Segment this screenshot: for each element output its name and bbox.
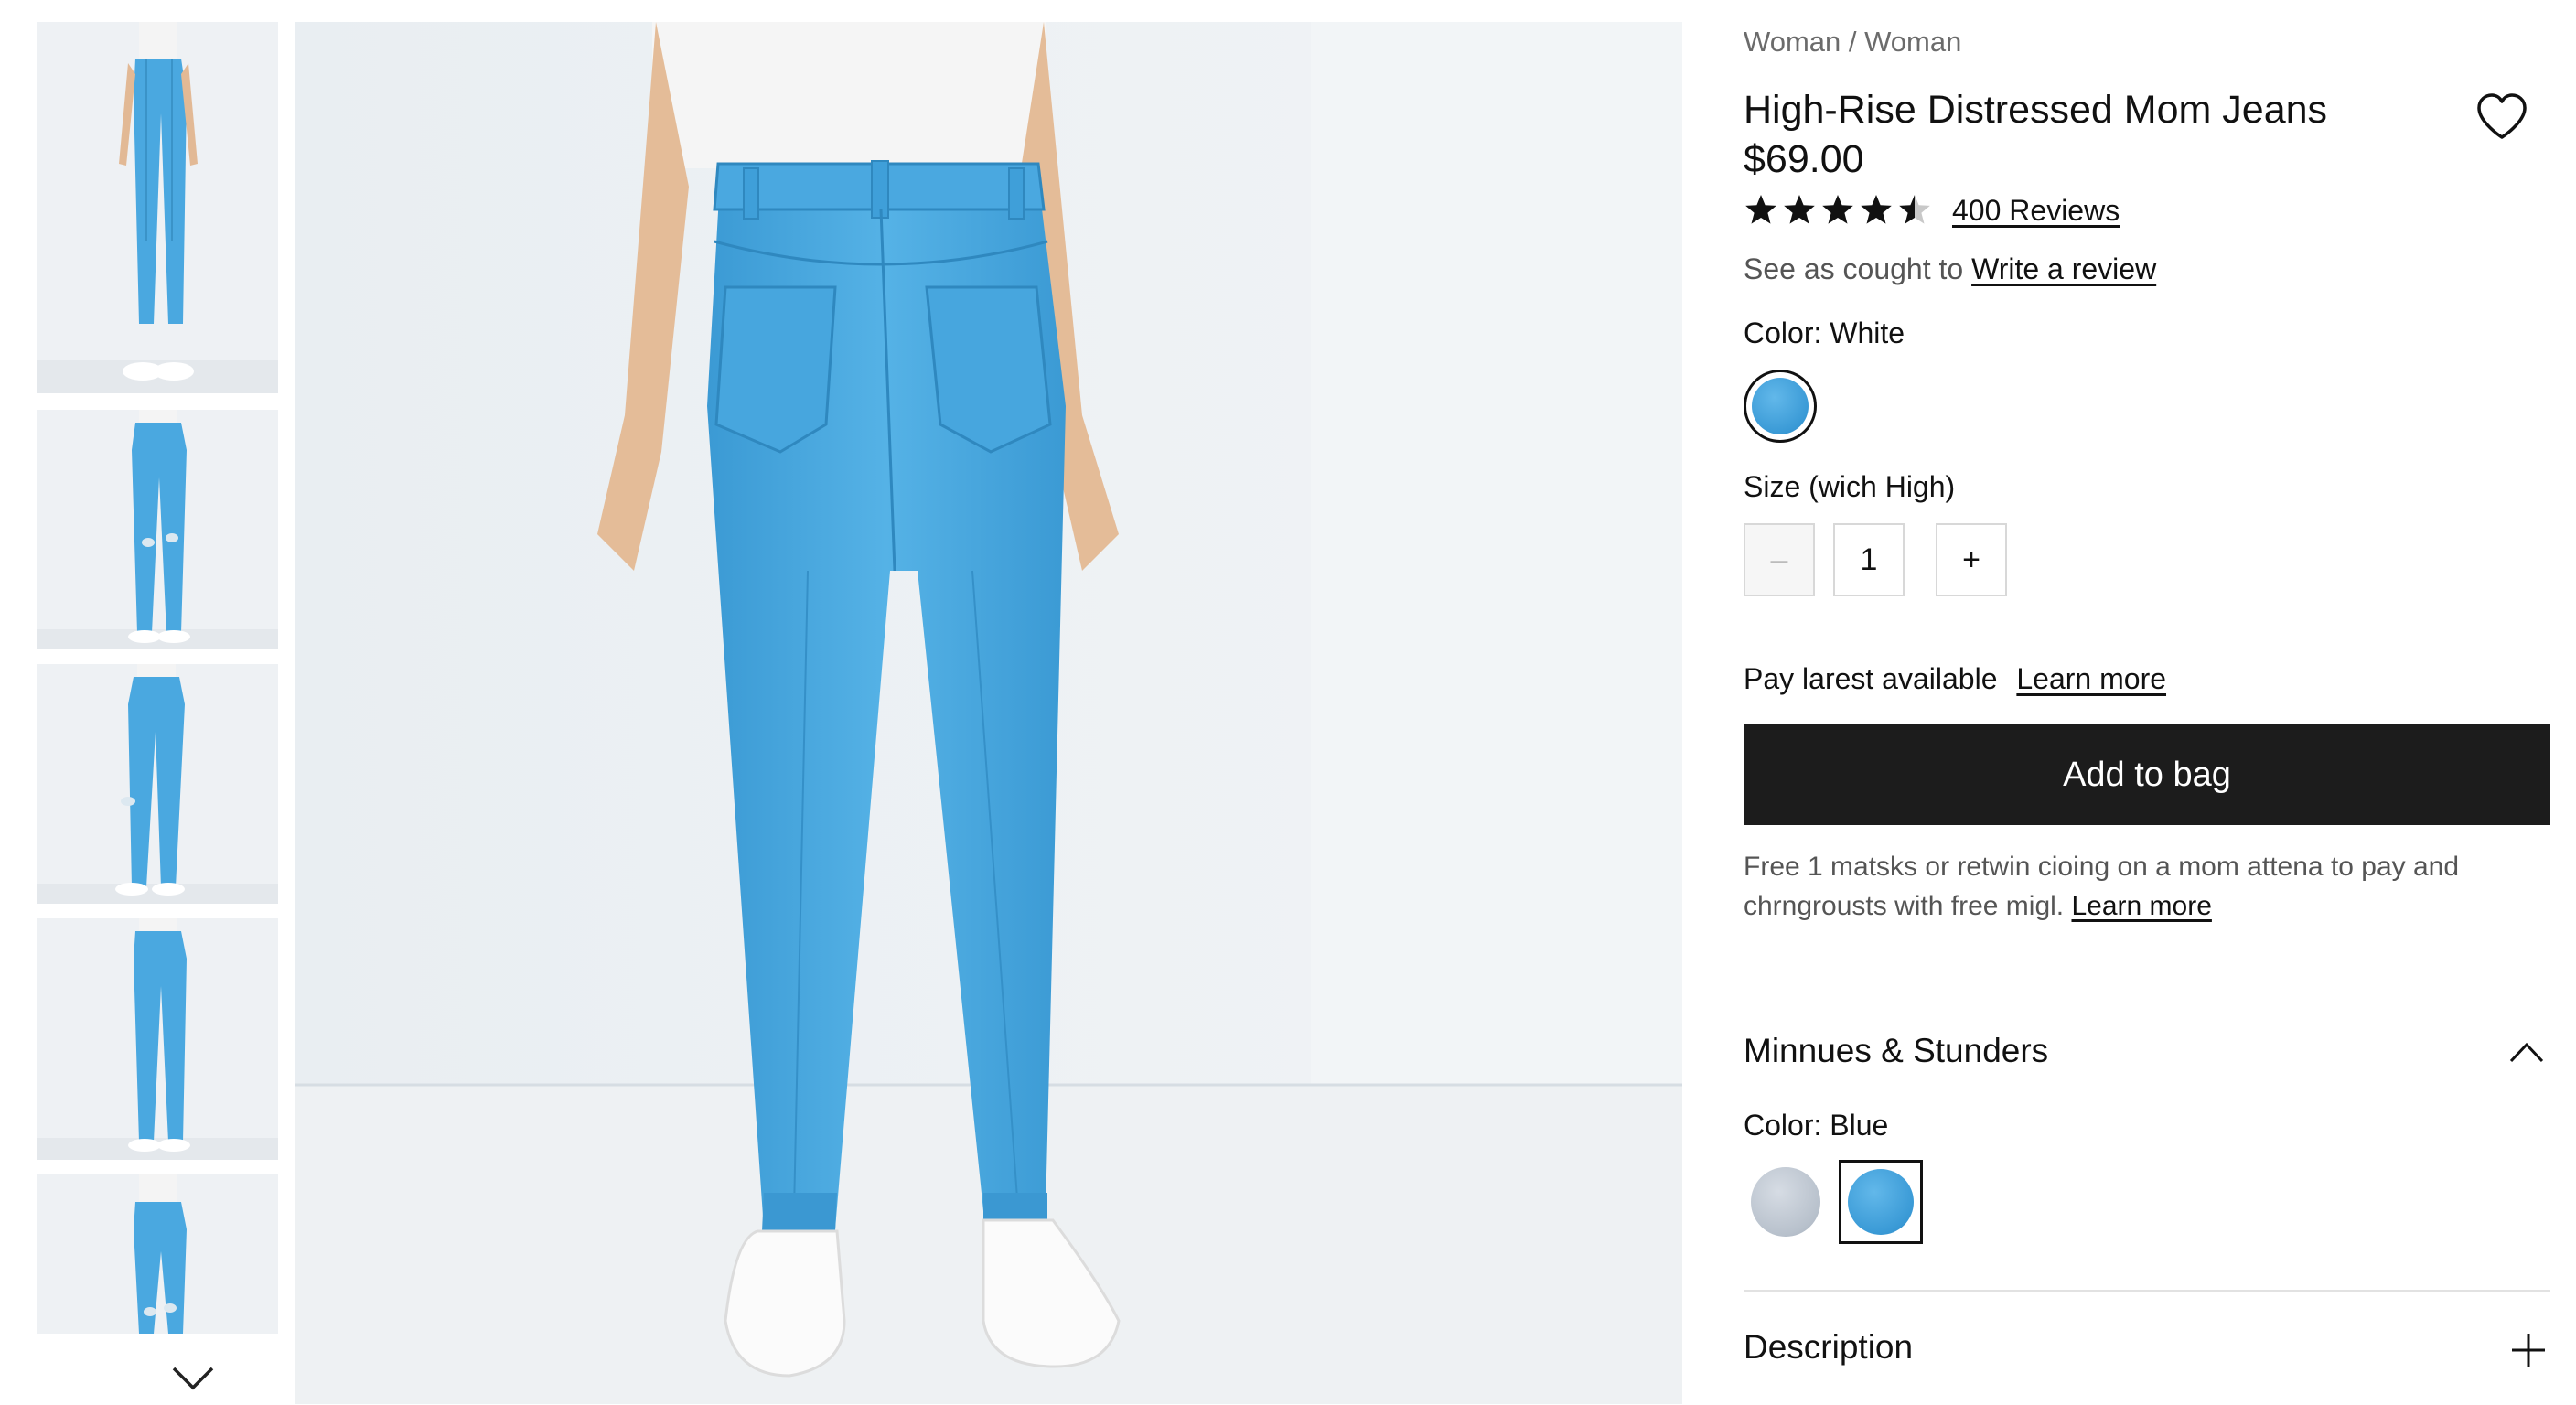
product-title: High-Rise Distressed Mom Jeans (1744, 88, 2328, 132)
swatch-blue-fill (1848, 1169, 1914, 1235)
color-swatch-selected[interactable] (1744, 370, 1817, 443)
shipping-note: Free 1 matsks or retwin cioing on a mom … (1744, 847, 2550, 926)
star-icon (1784, 195, 1815, 224)
swatch-fill (1752, 378, 1809, 434)
description-title[interactable]: Description (1744, 1328, 1913, 1367)
main-product-image (295, 22, 1682, 1404)
subline-text: See as cought to (1744, 252, 1964, 285)
swatch-blue-selected[interactable] (1839, 1160, 1923, 1244)
size-label: Size (wich High) (1744, 470, 1956, 503)
payment-learn-more-link[interactable]: Learn more (2016, 662, 2166, 695)
plus-icon[interactable] (2510, 1332, 2547, 1368)
star-icon (1861, 195, 1892, 224)
product-price: $69.00 (1744, 137, 1864, 181)
increment-button[interactable]: + (1936, 523, 2007, 596)
add-to-bag-button[interactable]: Add to bag (1744, 724, 2550, 825)
chevron-down-icon[interactable] (170, 1365, 216, 1392)
thumbnail-1[interactable] (37, 22, 278, 393)
star-icon (1822, 195, 1853, 224)
thumbnail-2[interactable] (37, 410, 278, 649)
thumbnail-4[interactable] (37, 918, 278, 1160)
divider (1744, 1290, 2550, 1292)
accordion-title[interactable]: Minnues & Stunders (1744, 1032, 2048, 1070)
product-info-panel: Woman / Woman High-Rise Distressed Mom J… (1744, 0, 2550, 1405)
color-label: Color: White (1744, 316, 1905, 349)
star-icon (1745, 195, 1776, 224)
swatch-grey-fill (1751, 1167, 1820, 1237)
review-subline: See as cought to Write a review (1744, 252, 2156, 286)
star-icon (1899, 195, 1930, 224)
reviews-link[interactable]: 400 Reviews (1952, 194, 2120, 228)
thumbnail-3[interactable] (37, 664, 278, 904)
shipping-learn-more-link[interactable]: Learn more (2071, 891, 2211, 921)
payment-text: Pay larest available (1744, 662, 1998, 695)
chevron-up-icon[interactable] (2508, 1039, 2545, 1065)
thumbnail-5[interactable] (37, 1174, 278, 1334)
decrement-button[interactable]: – (1744, 523, 1815, 596)
heart-icon[interactable] (2475, 91, 2528, 141)
write-review-link[interactable]: Write a review (1971, 252, 2156, 285)
star-rating (1744, 193, 1936, 228)
accordion-color-label: Color: Blue (1744, 1109, 1889, 1142)
quantity-value[interactable]: 1 (1833, 523, 1905, 596)
swatch-grey[interactable] (1744, 1160, 1828, 1244)
rating-row: 400 Reviews (1744, 190, 2120, 231)
payment-line: Pay larest available Learn more (1744, 662, 2166, 696)
breadcrumb[interactable]: Woman / Woman (1744, 26, 1961, 59)
thumbnail-gallery (37, 22, 278, 1404)
